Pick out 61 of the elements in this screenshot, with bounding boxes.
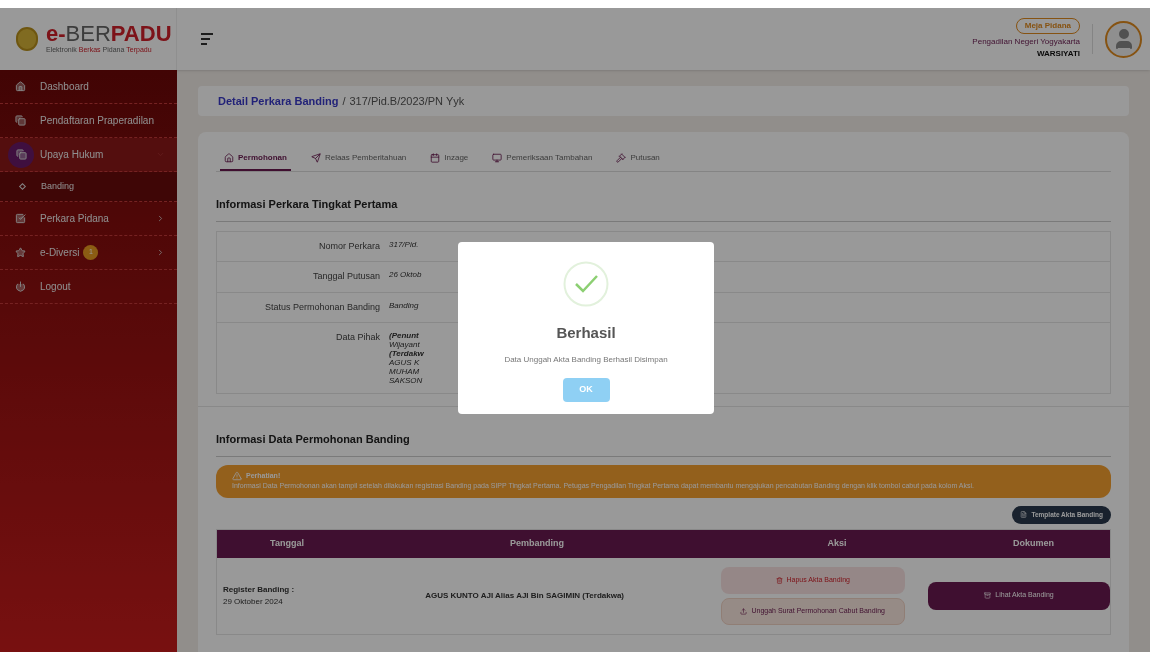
send-icon [310,153,321,163]
house-icon [224,153,234,163]
trash-icon [775,576,783,584]
field-label: Tanggal Putusan [311,270,381,283]
tab[interactable]: Pemeriksaan Tambahan [488,152,597,171]
field-value: (Penunt [389,331,420,340]
field-value: (Terdakw [389,349,424,358]
breadcrumb-link[interactable]: Detail Perkara Banding [218,92,339,110]
sidebar-label: Upaya Hukum [40,148,104,162]
sidebar-item[interactable]: Perkara Pidana [0,202,177,236]
field-value: 26 Oktob [389,270,422,279]
field-value: Banding [389,300,419,310]
court-name: Pengadilan Negeri Yogyakarta [972,36,1080,48]
document-icon [1020,511,1028,518]
field-value: 317/Pid. [389,239,419,249]
tab[interactable]: Relaas Pemberitahuan [306,152,411,171]
tab[interactable]: Inzage [426,152,473,171]
tab[interactable]: Putusan [612,152,664,171]
sidebar-label: Pendaftaran Praperadilan [40,114,154,128]
gavel-icon [616,153,627,163]
field-value: SAKSON [389,376,424,385]
appellant-name: AGUS KUNTO AJI Alias AJI Bin SAGIMIN (Terdakwa) [424,589,625,602]
app-logo-text: e-BERPADU [46,22,172,45]
sidebar-item[interactable]: Upaya Hukum [0,138,177,172]
emblem-icon [16,27,38,51]
checkmark-icon [563,261,609,307]
column-header: Aksi [826,536,848,550]
calendar-icon [430,153,441,163]
archive-icon [984,592,992,599]
column-header: Pembanding [509,536,565,550]
section-title: Informasi Data Permohonan Banding [216,431,1111,457]
date-label: Register Banding : [223,583,296,596]
dialog-message: Data Unggah Akta Banding Berhasil Disimpan [504,353,668,366]
section-title: Informasi Perkara Tingkat Pertama [216,196,1111,222]
avatar[interactable] [1105,20,1142,58]
sidebar-label: e-Diversi [40,246,80,260]
submenu-item[interactable]: Banding [0,172,177,202]
user-name: WARSIYATI [1036,48,1080,60]
upload-icon [740,607,748,615]
column-header: Tanggal [269,536,305,550]
field-label: Status Permohonan Banding [263,300,381,314]
sidebar-label: Perkara Pidana [40,212,109,226]
sidebar-item[interactable]: Logout [0,270,177,304]
monitor-icon [492,153,503,163]
field-label: Nomor Perkara [317,239,381,253]
field-value: MUHAM [389,367,421,376]
tab[interactable]: Permohonan [220,152,291,171]
dialog-title: Berhasil [556,323,616,343]
breadcrumb-separator: / [342,93,346,109]
submenu-label: Banding [41,179,75,193]
field-label: Data Pihak [334,331,381,344]
breadcrumb-current: 317/Pid.B/2023/PN Yyk [349,93,465,109]
column-header: Dokumen [1012,536,1055,550]
sidebar-item[interactable]: Dashboard [0,70,177,104]
date-value: 29 Oktober 2024 [223,595,284,608]
field-value: AGUS K [389,358,421,367]
sidebar-label: Dashboard [40,80,89,94]
warning-icon [232,470,242,481]
menu-icon[interactable] [201,33,213,45]
sidebar-label: Logout [40,280,71,294]
field-value: Wijayant [389,340,421,349]
